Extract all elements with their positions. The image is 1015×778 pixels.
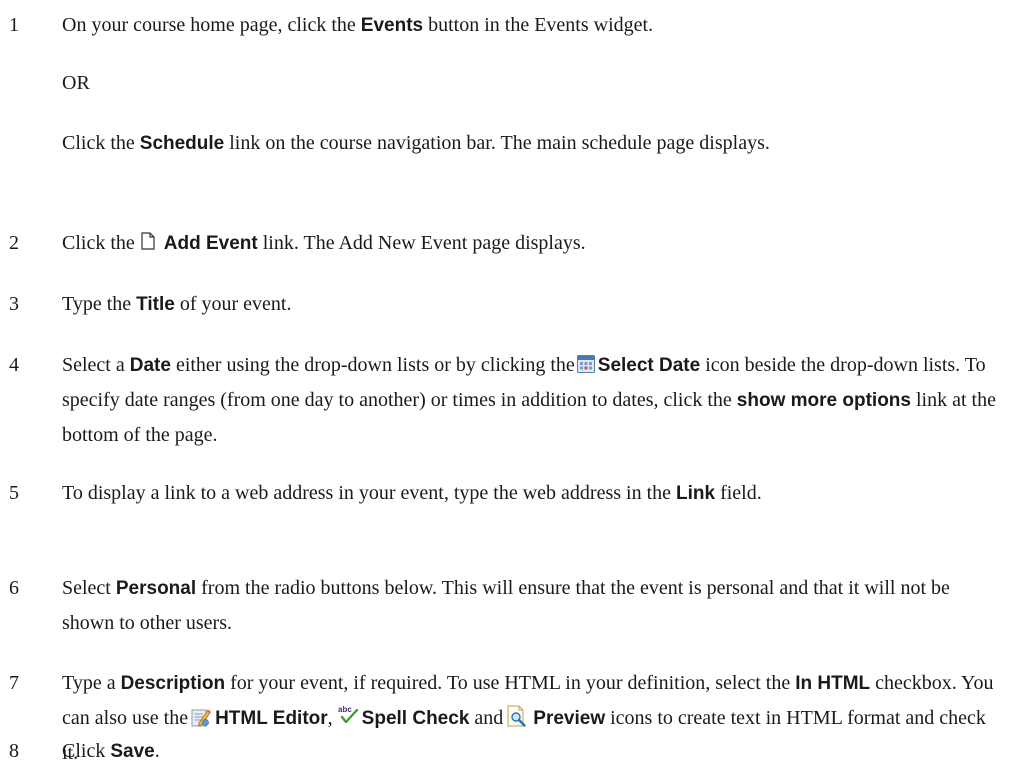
personal-radio-label: Personal <box>115 578 197 599</box>
step-number: 5 <box>9 482 19 504</box>
or-separator: OR <box>62 72 90 94</box>
preview-icon <box>507 705 527 728</box>
step-number: 1 <box>9 14 19 36</box>
step-number: 6 <box>9 577 19 599</box>
title-field-label: Title <box>136 294 175 315</box>
add-event-link-label: Add Event <box>163 233 258 254</box>
step-number: 8 <box>9 740 19 762</box>
instructions-document: 1 On your course home page, click the Ev… <box>0 0 1015 778</box>
step-number: 4 <box>9 354 19 376</box>
step-6: 6 Select Personal from the radio buttons… <box>0 571 1000 640</box>
step-3: 3 Type the Title of your event. <box>0 287 1000 322</box>
step-text: Select a Date either using the drop-down… <box>62 354 996 446</box>
schedule-link-label: Schedule <box>139 133 225 154</box>
save-button-label: Save <box>110 741 155 762</box>
step-text: Click the Add Event link. The Add New Eve… <box>62 232 586 254</box>
step-number: 7 <box>9 672 19 694</box>
description-field-label: Description <box>120 673 226 694</box>
svg-text:abc: abc <box>338 705 352 714</box>
step-2: 2 Click the Add Event link. The Add New E… <box>0 226 1000 261</box>
step-5: 5 To display a link to a web address in … <box>0 476 1000 511</box>
step-text: On your course home page, click the Even… <box>62 14 654 36</box>
spell-check-icon: abc <box>337 705 359 725</box>
events-button-label: Events <box>360 15 424 36</box>
spell-check-icon-label: Spell Check <box>361 708 470 729</box>
step-1-alternative: Click the Schedule link on the course na… <box>62 132 770 154</box>
html-editor-icon-label: HTML Editor <box>215 708 328 729</box>
step-text: Select Personal from the radio buttons b… <box>62 577 950 634</box>
date-field-label: Date <box>129 355 171 376</box>
calendar-icon <box>576 355 595 374</box>
step-1: 1 On your course home page, click the Ev… <box>0 8 1000 43</box>
step-8: 8 Click Save. <box>0 734 1000 769</box>
step-text: Click Save. <box>62 740 160 762</box>
step-number: 3 <box>9 293 19 315</box>
preview-icon-label: Preview <box>533 708 606 729</box>
document-icon <box>141 232 155 251</box>
step-text: To display a link to a web address in yo… <box>62 482 762 504</box>
step-4: 4 Select a Date either using the drop-do… <box>0 348 1000 452</box>
link-field-label: Link <box>676 483 716 504</box>
show-more-options-link-label: show more options <box>736 390 911 411</box>
select-date-icon-label: Select Date <box>597 355 701 376</box>
step-text: Type the Title of your event. <box>62 293 292 315</box>
html-editor-icon <box>191 707 212 727</box>
step-number: 2 <box>9 232 19 254</box>
in-html-checkbox-label: In HTML <box>795 673 871 694</box>
